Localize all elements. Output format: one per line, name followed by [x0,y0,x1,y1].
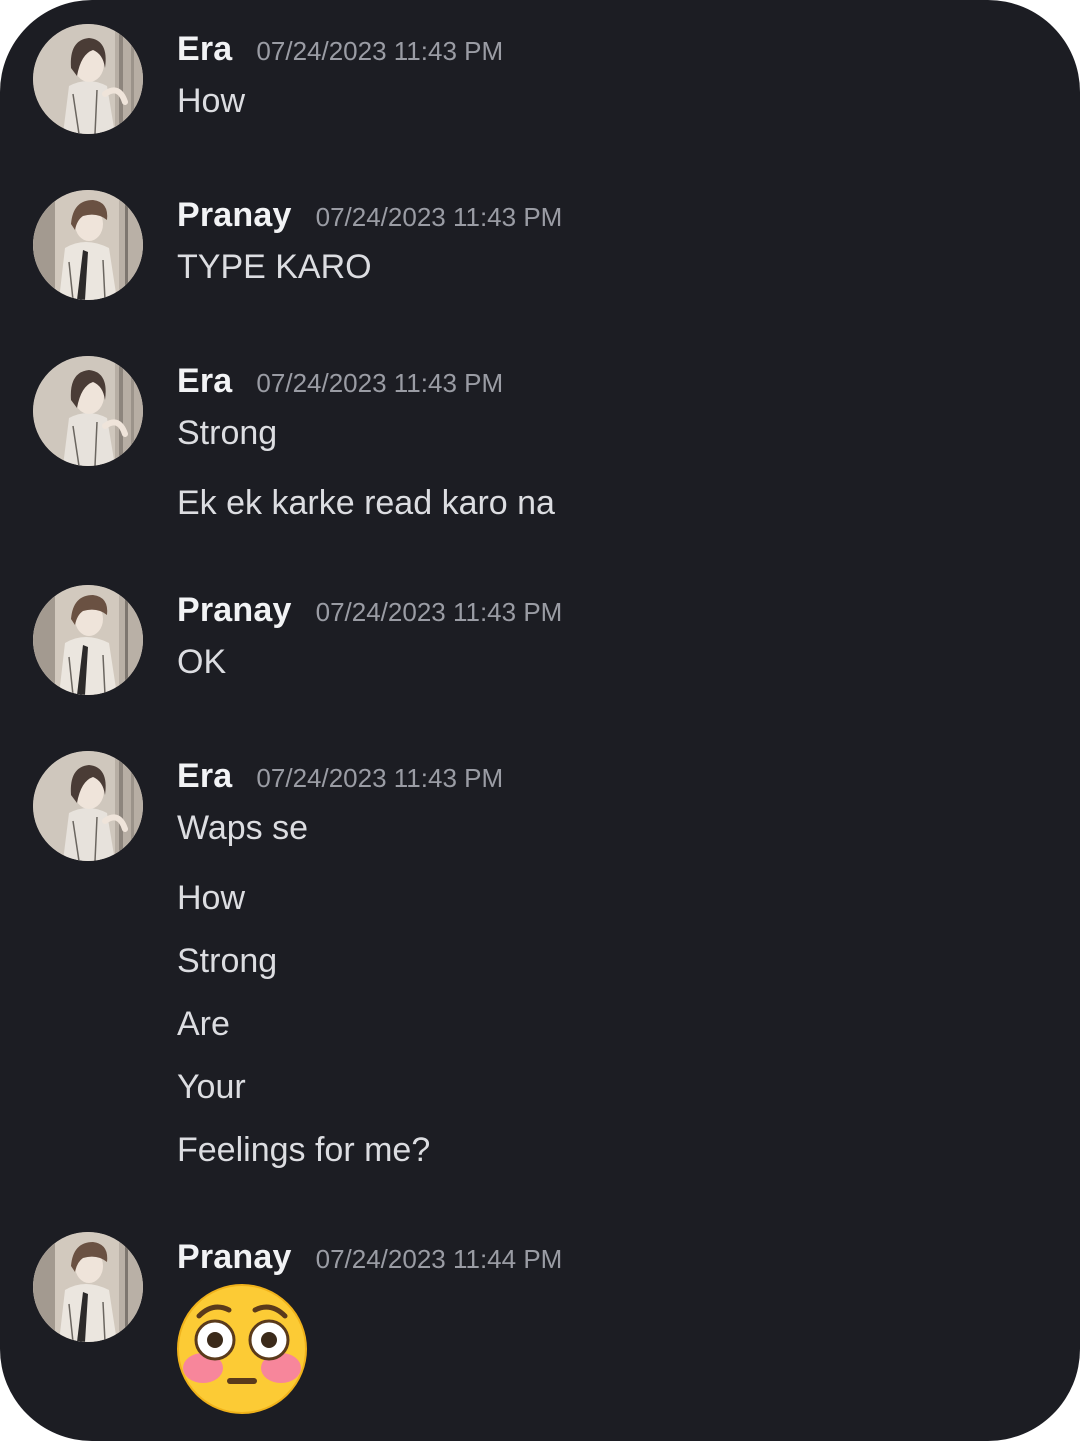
message-text: TYPE KARO [177,248,372,286]
message-text: How [177,82,246,120]
message-header: Pranay 07/24/2023 11:43 PM [177,591,562,635]
message-text: Feelings for me? [177,1131,431,1169]
timestamp: 07/24/2023 11:43 PM [315,597,563,627]
message-text: Waps se [177,809,309,847]
message-text: Your [177,1068,246,1106]
message-header: Era 07/24/2023 11:43 PM [177,362,503,406]
message-text: Ek ek karke read karo na [177,484,555,522]
timestamp: 07/24/2023 11:43 PM [315,202,563,232]
message-group: Era 07/24/2023 11:43 PM Strong Ek ek karke … [0,356,1080,522]
message-group: Pranay 07/24/2023 11:44 PM [0,1232,1080,1414]
username[interactable]: Pranay [177,1238,292,1277]
message-header: Pranay 07/24/2023 11:44 PM [177,1238,562,1282]
timestamp: 07/24/2023 11:43 PM [256,36,504,66]
message-group: Era 07/24/2023 11:43 PM How [0,24,1080,164]
avatar[interactable] [33,24,143,134]
message-text: Strong [177,414,278,452]
message-header: Era 07/24/2023 11:43 PM [177,757,503,801]
username[interactable]: Era [177,757,232,796]
avatar[interactable] [33,585,143,695]
flushed-face-emoji [175,1282,309,1416]
avatar[interactable] [33,1232,143,1342]
username[interactable]: Pranay [177,591,292,630]
message-text: How [177,879,246,917]
message-text: OK [177,643,227,681]
username[interactable]: Era [177,30,232,69]
message-header: Era 07/24/2023 11:43 PM [177,30,503,74]
timestamp: 07/24/2023 11:44 PM [315,1244,563,1274]
message-group: Pranay 07/24/2023 11:43 PM OK [0,585,1080,725]
username[interactable]: Pranay [177,196,292,235]
message-text: Strong [177,942,278,980]
message-text: Are [177,1005,230,1043]
timestamp: 07/24/2023 11:43 PM [256,368,504,398]
avatar[interactable] [33,190,143,300]
chat-panel: Era 07/24/2023 11:43 PM How Pranay 07/24/202… [0,0,1080,1441]
message-header: Pranay 07/24/2023 11:43 PM [177,196,562,240]
timestamp: 07/24/2023 11:43 PM [256,763,504,793]
message-group: Era 07/24/2023 11:43 PM Waps se How Strong Ar… [0,751,1080,1169]
message-group: Pranay 07/24/2023 11:43 PM TYPE KARO [0,190,1080,330]
avatar[interactable] [33,356,143,466]
username[interactable]: Era [177,362,232,401]
avatar[interactable] [33,751,143,861]
